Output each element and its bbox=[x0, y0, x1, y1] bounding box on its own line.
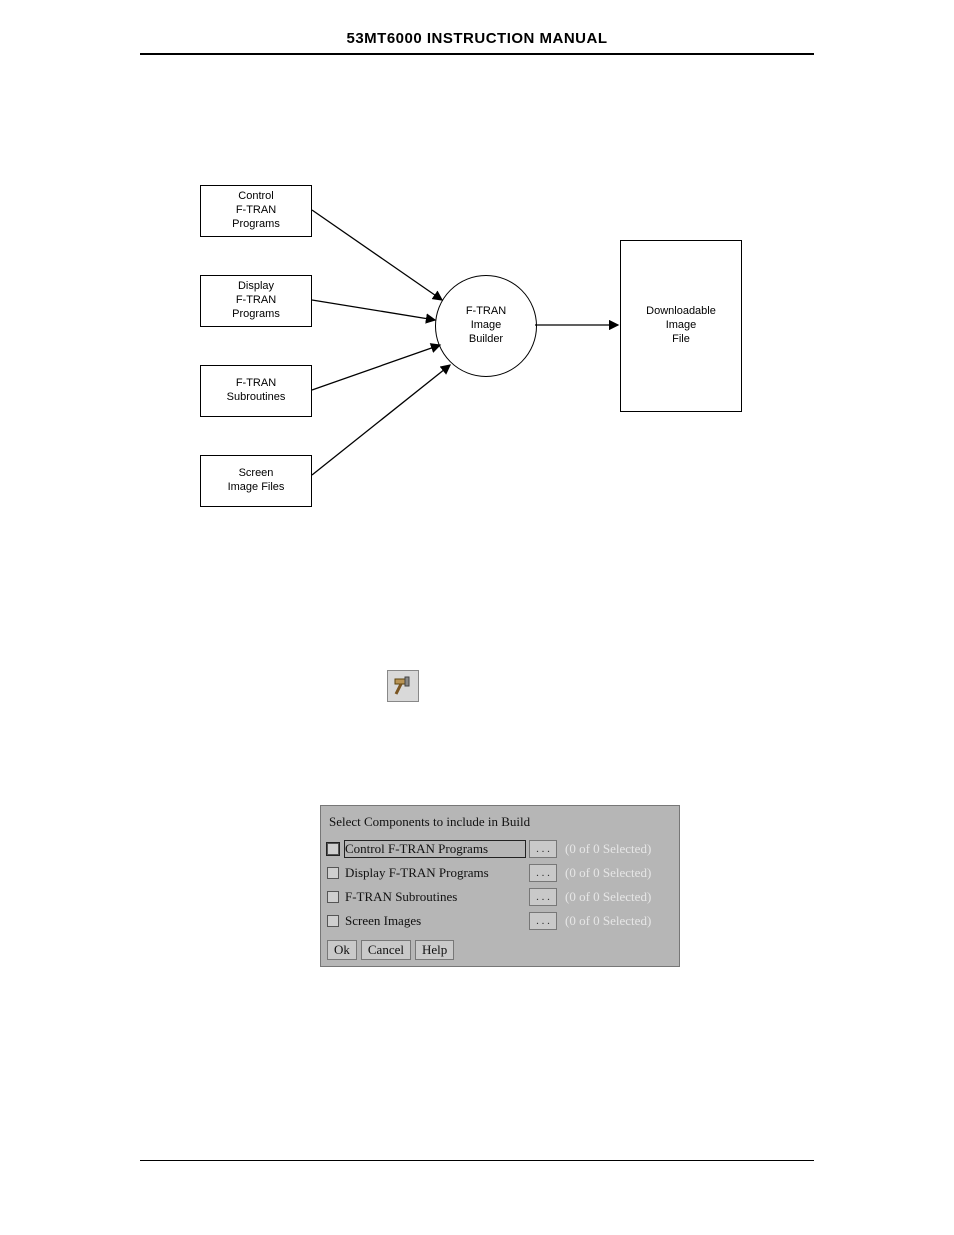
selected-text-control: (0 of 0 Selected) bbox=[565, 841, 673, 857]
figure-box-display-label: Display F-TRAN Programs bbox=[232, 280, 280, 321]
label-control-ftran: Control F-TRAN Programs bbox=[345, 841, 525, 857]
checkbox-screen-images[interactable] bbox=[327, 915, 339, 927]
figure-box-screen-label: Screen Image Files bbox=[228, 467, 285, 495]
label-subroutines: F-TRAN Subroutines bbox=[345, 889, 525, 905]
figure-box-output: Downloadable Image File bbox=[620, 240, 742, 412]
header-rule bbox=[140, 53, 814, 55]
label-display-ftran: Display F-TRAN Programs bbox=[345, 865, 525, 881]
figure-box-screen: Screen Image Files bbox=[200, 455, 312, 507]
row-screen-images[interactable]: Screen Images . . . (0 of 0 Selected) bbox=[327, 912, 673, 930]
ok-button[interactable]: Ok bbox=[327, 940, 357, 960]
checkbox-subroutines[interactable] bbox=[327, 891, 339, 903]
figure-box-control-label: Control F-TRAN Programs bbox=[232, 190, 280, 231]
build-icon-button[interactable] bbox=[387, 670, 419, 702]
figure-circle-builder: F-TRAN Image Builder bbox=[435, 275, 537, 377]
dialog-prompt: Select Components to include in Build bbox=[327, 812, 673, 840]
selected-text-subroutines: (0 of 0 Selected) bbox=[565, 889, 673, 905]
hammer-icon bbox=[391, 674, 415, 698]
row-control-ftran[interactable]: Control F-TRAN Programs . . . (0 of 0 Se… bbox=[327, 840, 673, 858]
figure-box-control: Control F-TRAN Programs bbox=[200, 185, 312, 237]
dialog-buttons: Ok Cancel Help bbox=[327, 940, 673, 960]
help-button[interactable]: Help bbox=[415, 940, 454, 960]
figure-circle-builder-label: F-TRAN Image Builder bbox=[466, 305, 506, 346]
figure-box-display: Display F-TRAN Programs bbox=[200, 275, 312, 327]
browse-button-display[interactable]: . . . bbox=[529, 864, 557, 882]
row-subroutines[interactable]: F-TRAN Subroutines . . . (0 of 0 Selecte… bbox=[327, 888, 673, 906]
browse-button-control[interactable]: . . . bbox=[529, 840, 557, 858]
build-components-dialog: Select Components to include in Build Co… bbox=[320, 805, 680, 967]
label-screen-images: Screen Images bbox=[345, 913, 525, 929]
selected-text-display: (0 of 0 Selected) bbox=[565, 865, 673, 881]
browse-button-subroutines[interactable]: . . . bbox=[529, 888, 557, 906]
browse-button-screen[interactable]: . . . bbox=[529, 912, 557, 930]
checkbox-control-ftran[interactable] bbox=[327, 843, 339, 855]
figure-box-subroutines-label: F-TRAN Subroutines bbox=[227, 377, 286, 405]
row-display-ftran[interactable]: Display F-TRAN Programs . . . (0 of 0 Se… bbox=[327, 864, 673, 882]
checkbox-display-ftran[interactable] bbox=[327, 867, 339, 879]
flow-figure: Control F-TRAN Programs Display F-TRAN P… bbox=[140, 185, 814, 565]
footer-rule bbox=[140, 1160, 814, 1161]
page-title: 53MT6000 INSTRUCTION MANUAL bbox=[140, 30, 814, 47]
figure-box-output-label: Downloadable Image File bbox=[646, 305, 716, 346]
selected-text-screen: (0 of 0 Selected) bbox=[565, 913, 673, 929]
figure-box-subroutines: F-TRAN Subroutines bbox=[200, 365, 312, 417]
cancel-button[interactable]: Cancel bbox=[361, 940, 411, 960]
